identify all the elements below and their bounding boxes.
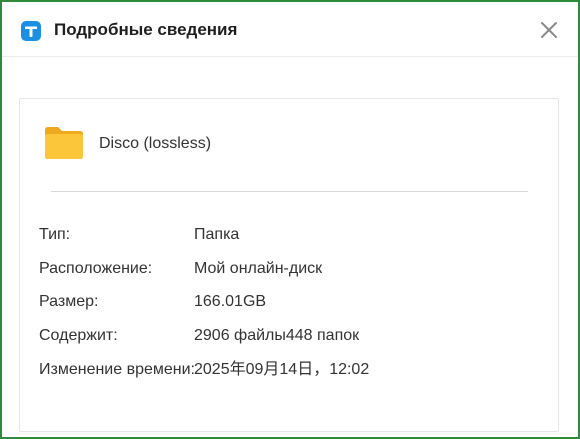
detail-value: Мой онлайн-диск xyxy=(194,260,323,277)
item-name: Disco (lossless) xyxy=(99,135,212,152)
details-card: Disco (lossless) Тип: Папка Расположение… xyxy=(19,98,559,432)
detail-value: 2025年09月14日，12:02 xyxy=(194,361,370,378)
details-dialog: Подробные сведения Disco (lossless) Тип:… xyxy=(0,0,580,439)
divider xyxy=(51,191,528,192)
detail-label: Содержит: xyxy=(39,327,118,344)
detail-label: Размер: xyxy=(39,293,99,310)
detail-value: 166.01GB xyxy=(194,293,267,310)
app-logo-icon xyxy=(21,21,41,41)
dialog-body: Disco (lossless) Тип: Папка Расположение… xyxy=(2,57,578,437)
dialog-title: Подробные сведения xyxy=(54,20,238,39)
detail-label: Тип: xyxy=(39,226,71,243)
close-button[interactable] xyxy=(538,19,560,41)
close-icon xyxy=(541,22,557,38)
detail-value: 2906 файлы448 папок xyxy=(194,327,360,344)
folder-icon xyxy=(44,126,84,160)
dialog-header: Подробные сведения xyxy=(2,2,578,57)
detail-label: Изменение времени: xyxy=(39,361,195,378)
detail-value: Папка xyxy=(194,226,240,243)
detail-label: Расположение: xyxy=(39,260,153,277)
